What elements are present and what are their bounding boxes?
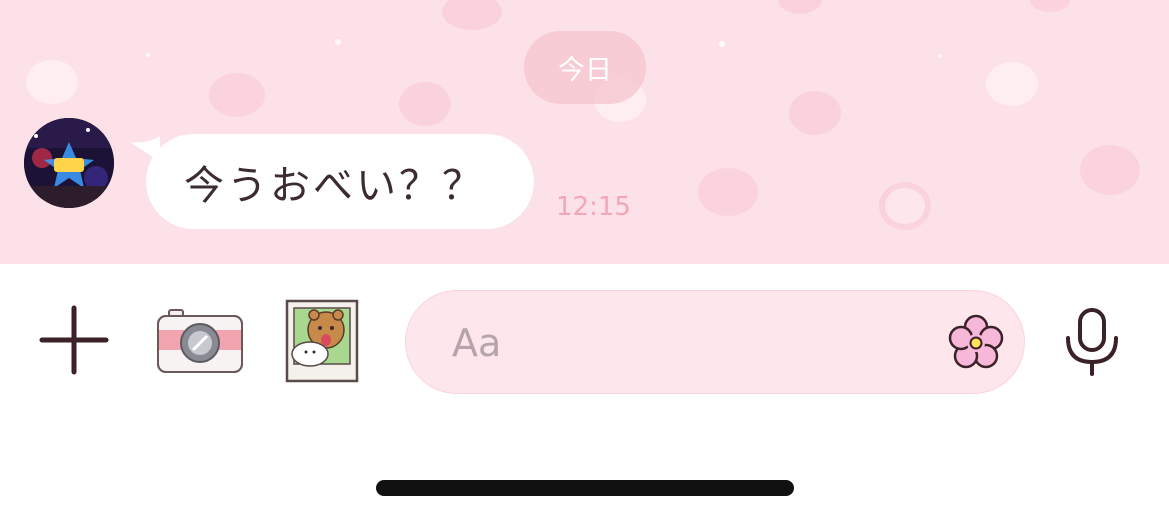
message-input[interactable]: Aa (405, 290, 1025, 394)
message-timestamp: 12:15 (556, 192, 631, 222)
avatar-image (24, 118, 114, 208)
photo-icon[interactable] (284, 298, 360, 384)
message-placeholder: Aa (452, 321, 502, 365)
avatar[interactable] (24, 118, 114, 208)
message-text: 今うおべい？？ (184, 162, 485, 209)
plus-icon[interactable] (38, 304, 110, 376)
camera-icon[interactable] (155, 306, 245, 376)
home-indicator[interactable] (376, 480, 794, 496)
date-separator: 今日 (524, 31, 646, 104)
chat-area[interactable]: 今日 今うおべい？？ 12:15 (0, 0, 1169, 264)
flower-sticker-icon[interactable] (946, 313, 1006, 373)
microphone-icon[interactable] (1060, 306, 1124, 378)
date-label: 今日 (558, 55, 612, 86)
message-bubble[interactable]: 今うおべい？？ (146, 134, 534, 229)
